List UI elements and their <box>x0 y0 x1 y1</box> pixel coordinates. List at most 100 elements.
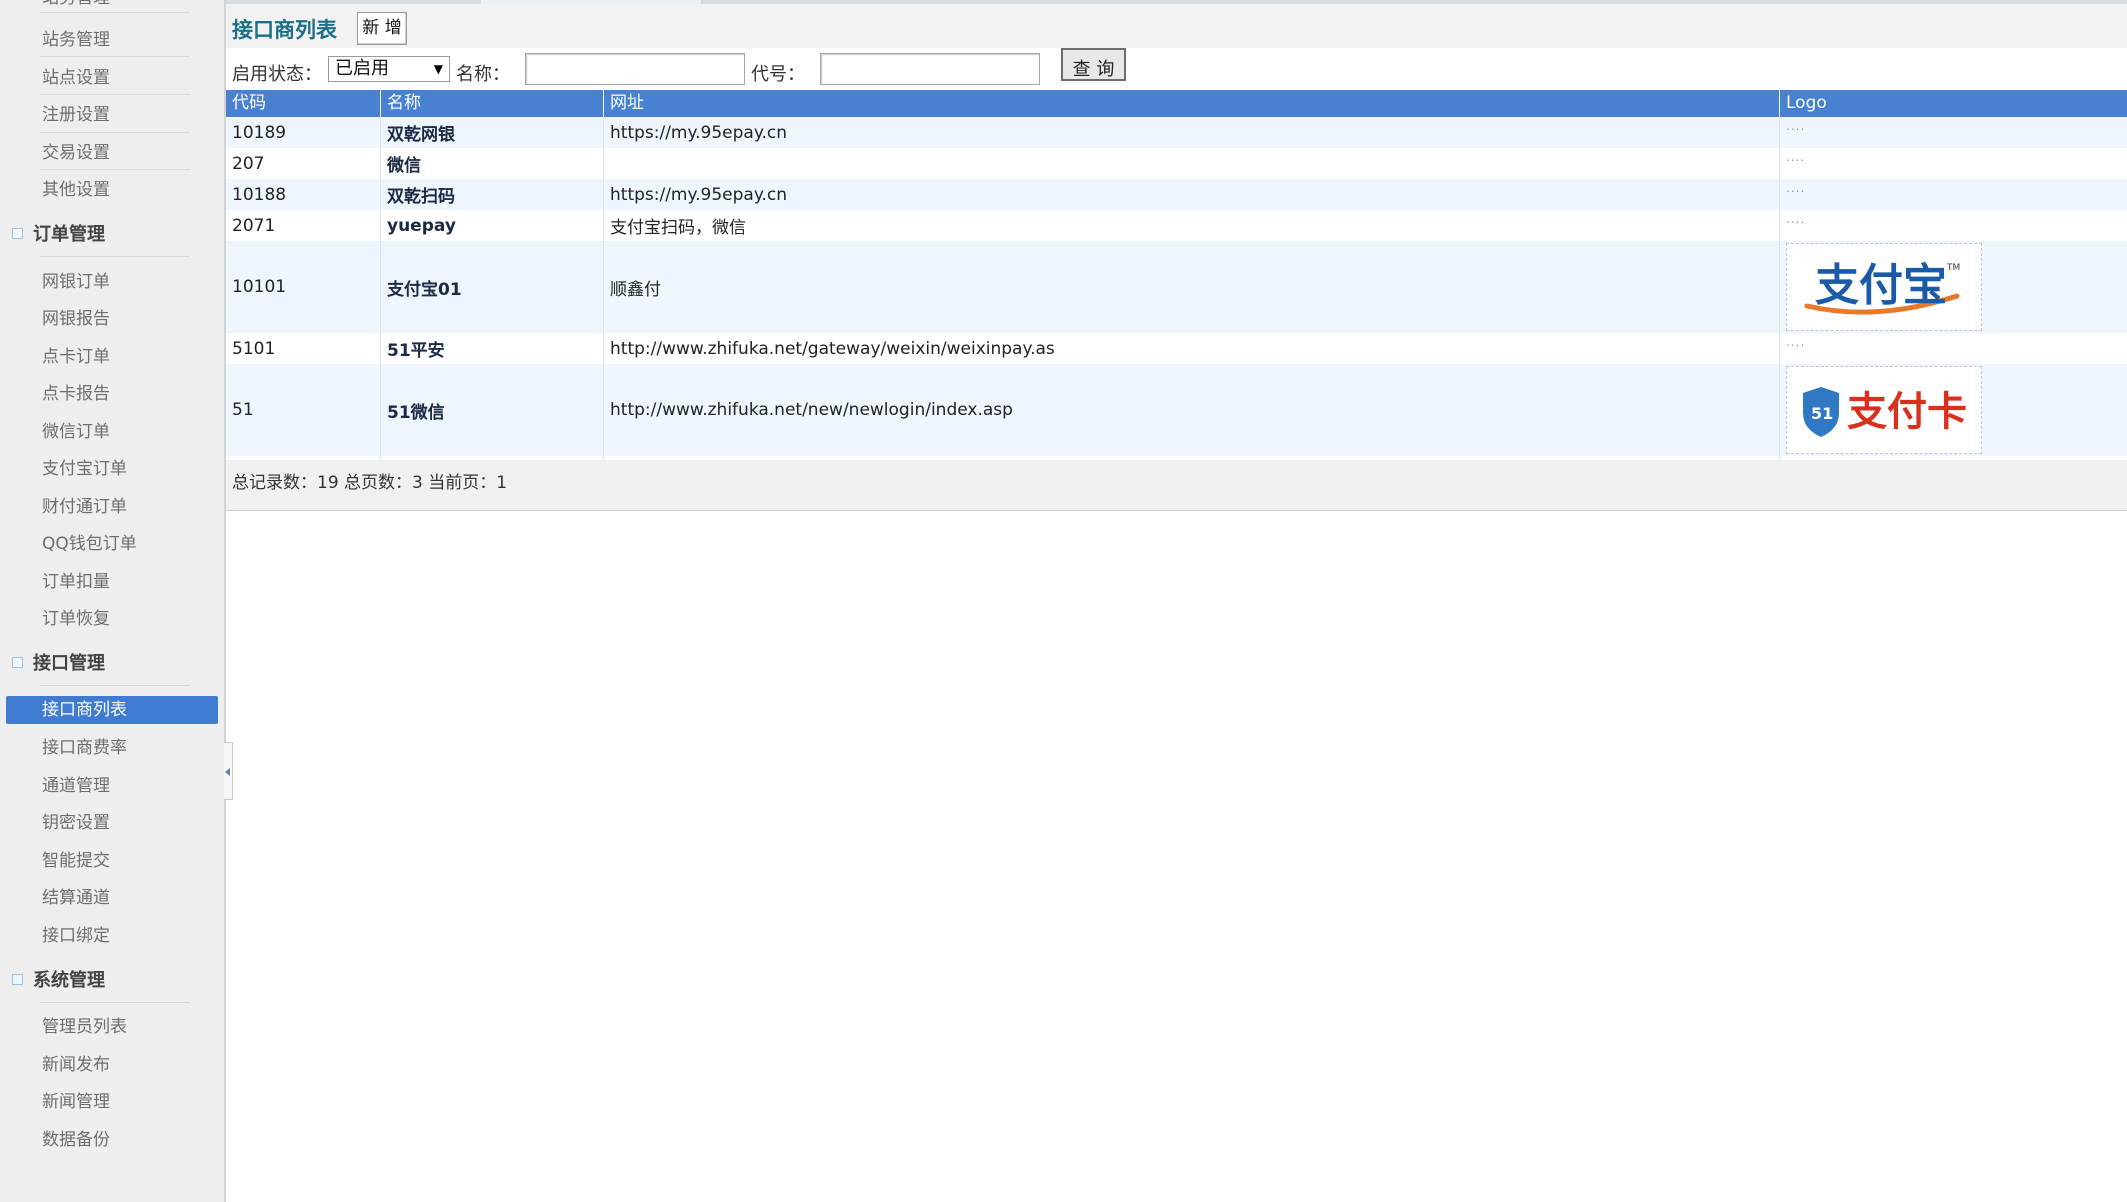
logo-placeholder: .... <box>1786 181 1806 195</box>
page-title: 接口商列表 <box>232 18 337 42</box>
sidebar-group-title: 接口管理 <box>33 653 105 674</box>
sidebar-item-bank-reports[interactable]: 网银报告 <box>42 307 110 331</box>
table-header: 代码 名称 网址 Logo <box>226 90 2127 117</box>
sidebar-item-interface-rates[interactable]: 接口商费率 <box>42 736 127 760</box>
sidebar-divider <box>40 169 190 170</box>
sidebar-divider <box>40 132 190 133</box>
status-label: 启用状态： <box>232 64 322 85</box>
sidebar-item-register-settings[interactable]: 注册设置 <box>42 103 110 127</box>
table-row[interactable]: 10189 双乾网银 https://my.95epay.cn.... <box>226 117 2127 148</box>
collapse-box-icon <box>12 656 23 668</box>
sidebar-item-order-restore[interactable]: 订单恢复 <box>42 607 110 631</box>
sidebar-item-card-reports[interactable]: 点卡报告 <box>42 382 110 406</box>
sidebar: 站务管理 站务管理 站点设置 注册设置 交易设置 其他设置 订单管理 网银订单 … <box>0 0 226 1202</box>
cell-code: 207 <box>232 153 265 174</box>
sidebar-item-site-admin[interactable]: 站务管理 <box>42 28 110 52</box>
cell-code: 51 <box>232 400 254 420</box>
sidebar-item-settlement-channel[interactable]: 结算通道 <box>42 886 110 910</box>
sidebar-group-system[interactable]: 系统管理 <box>12 968 105 994</box>
add-button[interactable]: 新 增 <box>357 12 407 45</box>
dropdown-caret-icon: ▼ <box>433 62 443 76</box>
alipay-logo-graphic: 支付宝 TM <box>1804 260 1960 315</box>
cell-url: https://my.95epay.cn <box>603 179 1779 210</box>
alipay-tm-mark: TM <box>1946 263 1960 273</box>
filter-bar: 启用状态： 已启用 ▼ 名称： 代号： 查 询 <box>226 48 2127 90</box>
table-row[interactable]: 207 微信.... <box>226 148 2127 179</box>
cell-code: 10189 <box>232 122 287 143</box>
cell-url <box>603 148 1779 179</box>
sidebar-item-other-settings[interactable]: 其他设置 <box>42 178 110 202</box>
sidebar-item-news-publish[interactable]: 新闻发布 <box>42 1053 110 1077</box>
sidebar-group-orders[interactable]: 订单管理 <box>12 222 105 248</box>
cell-code: 10188 <box>232 184 287 205</box>
cell-url: http://www.zhifuka.net/gateway/weixin/we… <box>603 333 1779 364</box>
cell-name: 支付宝01 <box>380 241 603 333</box>
logo-placeholder: .... <box>1786 119 1806 133</box>
cell-name: 双乾扫码 <box>380 179 603 210</box>
sidebar-item-interface-binding[interactable]: 接口绑定 <box>42 924 110 948</box>
cell-code: 10101 <box>232 277 287 297</box>
status-select[interactable]: 已启用 ▼ <box>328 56 450 82</box>
table-row[interactable]: 10101 支付宝01 顺鑫付 支付宝 TM <box>226 241 2127 333</box>
logo-placeholder: .... <box>1786 335 1806 349</box>
table-row[interactable]: 10188 双乾扫码 https://my.95epay.cn.... <box>226 179 2127 210</box>
cell-url: https://my.95epay.cn <box>603 117 1779 148</box>
collapse-box-icon <box>12 973 23 985</box>
cell-url: 顺鑫付 <box>603 241 1779 333</box>
logo-placeholder: .... <box>1786 212 1806 226</box>
sidebar-item-data-backup[interactable]: 数据备份 <box>42 1128 110 1152</box>
table-row[interactable]: 5101 51平安 http://www.zhifuka.net/gateway/w… <box>226 333 2127 364</box>
table-row[interactable]: 51 51微信 http://www.zhifuka.net/new/newlogi… <box>226 364 2127 456</box>
cell-logo: .... <box>1779 333 2127 364</box>
status-select-value: 已启用 <box>335 58 389 79</box>
sidebar-item-trade-settings[interactable]: 交易设置 <box>42 141 110 165</box>
cell-name: 双乾网银 <box>380 117 603 148</box>
cell-logo: .... <box>1779 117 2127 148</box>
pagination-bar: 总记录数：19 总页数：3 当前页：1 <box>226 460 2127 511</box>
sidebar-item-news-management[interactable]: 新闻管理 <box>42 1090 110 1114</box>
sidebar-item-card-orders[interactable]: 点卡订单 <box>42 345 110 369</box>
code-input[interactable] <box>820 53 1040 85</box>
cell-name: 51平安 <box>380 333 603 364</box>
cell-logo: 支付宝 TM <box>1779 241 2127 333</box>
sidebar-item-wechat-orders[interactable]: 微信订单 <box>42 420 110 444</box>
code-label: 代号： <box>751 64 805 85</box>
cell-name: 51微信 <box>380 364 603 456</box>
cell-url: 支付宝扫码，微信 <box>603 210 1779 241</box>
cell-name: 微信 <box>380 148 603 179</box>
zhifuka-badge-text: 51 <box>1811 404 1833 423</box>
sidebar-item-site-settings[interactable]: 站点设置 <box>42 66 110 90</box>
cell-code: 5101 <box>232 338 276 359</box>
cell-url: http://www.zhifuka.net/new/newlogin/inde… <box>603 364 1779 456</box>
cell-logo: 51 支付卡 <box>1779 364 2127 456</box>
title-bar: 接口商列表 新 增 <box>226 4 2127 48</box>
cell-logo: .... <box>1779 210 2127 241</box>
column-header-code: 代码 <box>232 93 266 113</box>
sidebar-divider <box>40 685 190 686</box>
main-content: 接口商列表 新 增 启用状态： 已启用 ▼ 名称： 代号： 查 询 代码 名称 … <box>226 0 2127 1202</box>
sidebar-group-interfaces[interactable]: 接口管理 <box>12 651 105 677</box>
sidebar-item-smart-submit[interactable]: 智能提交 <box>42 849 110 873</box>
sidebar-divider <box>40 1002 190 1003</box>
column-header-name: 名称 <box>380 90 603 117</box>
collapse-box-icon <box>12 227 23 239</box>
sidebar-item-admin-list[interactable]: 管理员列表 <box>42 1015 127 1039</box>
sidebar-item-site-management[interactable]: 站务管理 <box>42 0 110 10</box>
sidebar-item-channel-management[interactable]: 通道管理 <box>42 774 110 798</box>
sidebar-item-bank-orders[interactable]: 网银订单 <box>42 270 110 294</box>
sidebar-item-interface-list[interactable]: 接口商列表 <box>6 696 218 724</box>
table-row[interactable]: 2071 yuepay 支付宝扫码，微信.... <box>226 210 2127 241</box>
sidebar-group-title: 订单管理 <box>33 224 105 245</box>
cell-name: yuepay <box>380 210 603 241</box>
sidebar-item-tenpay-orders[interactable]: 财付通订单 <box>42 495 127 519</box>
name-input[interactable] <box>525 53 745 85</box>
sidebar-divider <box>40 12 190 13</box>
alipay-logo: 支付宝 TM <box>1786 243 1982 331</box>
sidebar-item-alipay-orders[interactable]: 支付宝订单 <box>42 457 127 481</box>
query-button[interactable]: 查 询 <box>1061 48 1126 81</box>
sidebar-item-qqwallet-orders[interactable]: QQ钱包订单 <box>42 532 137 556</box>
sidebar-item-key-settings[interactable]: 钥密设置 <box>42 811 110 835</box>
sidebar-item-order-deduct[interactable]: 订单扣量 <box>42 570 110 594</box>
sidebar-group-title: 系统管理 <box>33 970 105 991</box>
sidebar-divider <box>40 94 190 95</box>
